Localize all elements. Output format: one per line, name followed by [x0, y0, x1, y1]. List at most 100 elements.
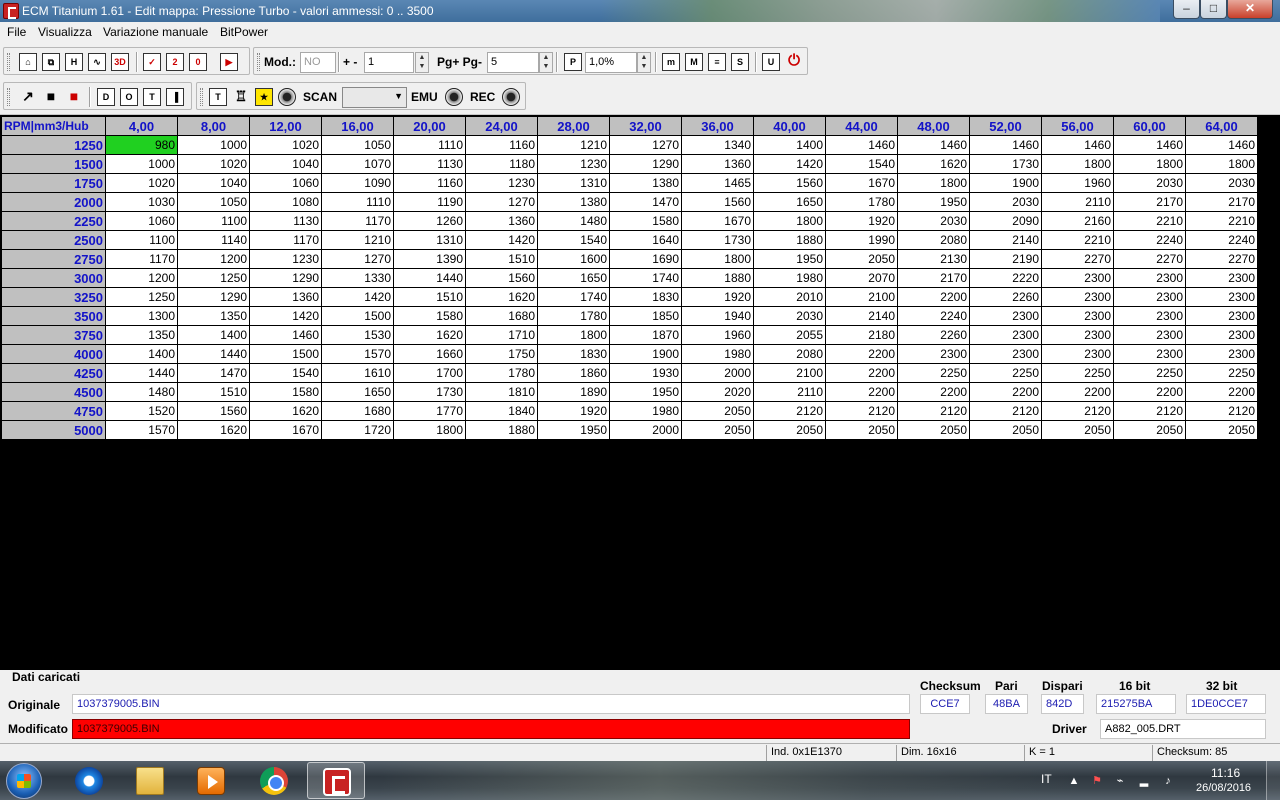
- percent-input[interactable]: 1,0%: [585, 52, 637, 73]
- map-cell[interactable]: 2200: [969, 382, 1042, 402]
- row-header[interactable]: 1250: [1, 135, 106, 155]
- step-spinner[interactable]: ▲ ▼: [415, 52, 429, 73]
- map-cell[interactable]: 1540: [249, 363, 322, 383]
- map-cell[interactable]: 1110: [393, 135, 466, 155]
- map-cell[interactable]: 1190: [393, 192, 466, 212]
- map-cell[interactable]: 1400: [753, 135, 826, 155]
- action-center-icon[interactable]: ⚑: [1090, 774, 1104, 788]
- map-cell[interactable]: 2200: [1185, 382, 1258, 402]
- map-cell[interactable]: 2300: [1113, 325, 1186, 345]
- map-cell[interactable]: 1310: [393, 230, 466, 250]
- map-cell[interactable]: 2140: [825, 306, 898, 326]
- row-header[interactable]: 3750: [1, 325, 106, 345]
- clock-time[interactable]: 11:16: [1211, 766, 1240, 780]
- save-s-icon[interactable]: S: [731, 53, 749, 71]
- map-cell[interactable]: 2220: [969, 268, 1042, 288]
- map-cell[interactable]: 2200: [825, 363, 898, 383]
- map-cell[interactable]: 1800: [897, 173, 970, 193]
- map-cell[interactable]: 1350: [105, 325, 178, 345]
- map-cell[interactable]: 1460: [1185, 135, 1258, 155]
- map-cell[interactable]: 2260: [969, 287, 1042, 307]
- map-cell[interactable]: 1480: [537, 211, 610, 231]
- map-cell[interactable]: 2210: [1185, 211, 1258, 231]
- clock-date[interactable]: 26/08/2016: [1196, 782, 1251, 794]
- start-button[interactable]: [6, 763, 42, 799]
- map-cell[interactable]: 1650: [537, 268, 610, 288]
- column-header[interactable]: 40,00: [753, 116, 826, 136]
- map-cell[interactable]: 1470: [609, 192, 682, 212]
- column-header[interactable]: 52,00: [969, 116, 1042, 136]
- row-header[interactable]: 4250: [1, 363, 106, 383]
- map-cell[interactable]: 1250: [105, 287, 178, 307]
- map-cell[interactable]: 2050: [825, 249, 898, 269]
- map-cell[interactable]: 2030: [1185, 173, 1258, 193]
- map-cell[interactable]: 1890: [537, 382, 610, 402]
- column-header[interactable]: 64,00: [1185, 116, 1258, 136]
- runner-icon[interactable]: ★: [255, 88, 273, 106]
- map-cell[interactable]: 1460: [969, 135, 1042, 155]
- home-icon[interactable]: ⌂: [19, 53, 37, 71]
- minimize-button[interactable]: –: [1173, 0, 1200, 19]
- map-cell[interactable]: 2250: [1113, 363, 1186, 383]
- map-cell[interactable]: 1160: [393, 173, 466, 193]
- bit16-field[interactable]: 215275BA: [1096, 694, 1176, 714]
- map-cell[interactable]: 1020: [177, 154, 250, 174]
- map-cell[interactable]: 2300: [1113, 287, 1186, 307]
- emu-toggle-icon[interactable]: [445, 88, 463, 106]
- map-cell[interactable]: 2200: [1041, 382, 1114, 402]
- map-cell[interactable]: 1930: [609, 363, 682, 383]
- map-cell[interactable]: 2080: [897, 230, 970, 250]
- map-cell[interactable]: 1170: [105, 249, 178, 269]
- map-cell[interactable]: 2300: [1185, 344, 1258, 364]
- taskbar-ecm-titanium[interactable]: [307, 762, 365, 799]
- map-cell[interactable]: 1530: [321, 325, 394, 345]
- map-cell[interactable]: 1560: [753, 173, 826, 193]
- map-cell[interactable]: 2300: [1185, 287, 1258, 307]
- map-cell[interactable]: 1800: [393, 420, 466, 440]
- menu-file[interactable]: File: [7, 25, 26, 39]
- map-cell[interactable]: 2300: [897, 344, 970, 364]
- map-cell[interactable]: 2110: [753, 382, 826, 402]
- map-cell[interactable]: 2130: [897, 249, 970, 269]
- map-cell[interactable]: 2100: [753, 363, 826, 383]
- map-cell[interactable]: 1060: [105, 211, 178, 231]
- map-cell[interactable]: 1670: [825, 173, 898, 193]
- map-cell[interactable]: 1560: [465, 268, 538, 288]
- originale-field[interactable]: 1037379005.BIN: [72, 694, 910, 714]
- map-cell[interactable]: 1960: [681, 325, 754, 345]
- map-cell[interactable]: 1800: [537, 325, 610, 345]
- map-cell[interactable]: 1800: [1113, 154, 1186, 174]
- map-cell[interactable]: 2100: [825, 287, 898, 307]
- map-cell[interactable]: 1020: [249, 135, 322, 155]
- map-cell[interactable]: 1210: [321, 230, 394, 250]
- map-cell[interactable]: 1350: [177, 306, 250, 326]
- map-cell[interactable]: 2000: [681, 363, 754, 383]
- map-cell[interactable]: 2010: [753, 287, 826, 307]
- column-header[interactable]: 56,00: [1041, 116, 1114, 136]
- row-header[interactable]: 1750: [1, 173, 106, 193]
- map-cell[interactable]: 1920: [537, 401, 610, 421]
- taskbar-media-player[interactable]: [182, 762, 240, 799]
- map-cell[interactable]: 1770: [393, 401, 466, 421]
- map-cell[interactable]: 1290: [249, 268, 322, 288]
- map-cell[interactable]: 1620: [897, 154, 970, 174]
- terminal-icon[interactable]: T: [209, 88, 227, 106]
- column-header[interactable]: 32,00: [609, 116, 682, 136]
- map-cell[interactable]: 1880: [465, 420, 538, 440]
- map-cell[interactable]: 2030: [753, 306, 826, 326]
- map-cell[interactable]: 1230: [537, 154, 610, 174]
- menu-variazione-manuale[interactable]: Variazione manuale: [103, 25, 208, 39]
- map-cell[interactable]: 1950: [897, 192, 970, 212]
- map-cell[interactable]: 2300: [969, 306, 1042, 326]
- map-cell[interactable]: 2300: [1041, 306, 1114, 326]
- map-cell[interactable]: 2300: [1041, 287, 1114, 307]
- graph-view-icon[interactable]: ∿: [88, 53, 106, 71]
- map-cell[interactable]: 1270: [609, 135, 682, 155]
- map-cell[interactable]: 1420: [321, 287, 394, 307]
- map-cell[interactable]: 1020: [105, 173, 178, 193]
- map-cell[interactable]: 2300: [1113, 306, 1186, 326]
- map-cell[interactable]: 1040: [249, 154, 322, 174]
- map-cell[interactable]: 1570: [321, 344, 394, 364]
- map-cell[interactable]: 2270: [1113, 249, 1186, 269]
- map-cell[interactable]: 1980: [753, 268, 826, 288]
